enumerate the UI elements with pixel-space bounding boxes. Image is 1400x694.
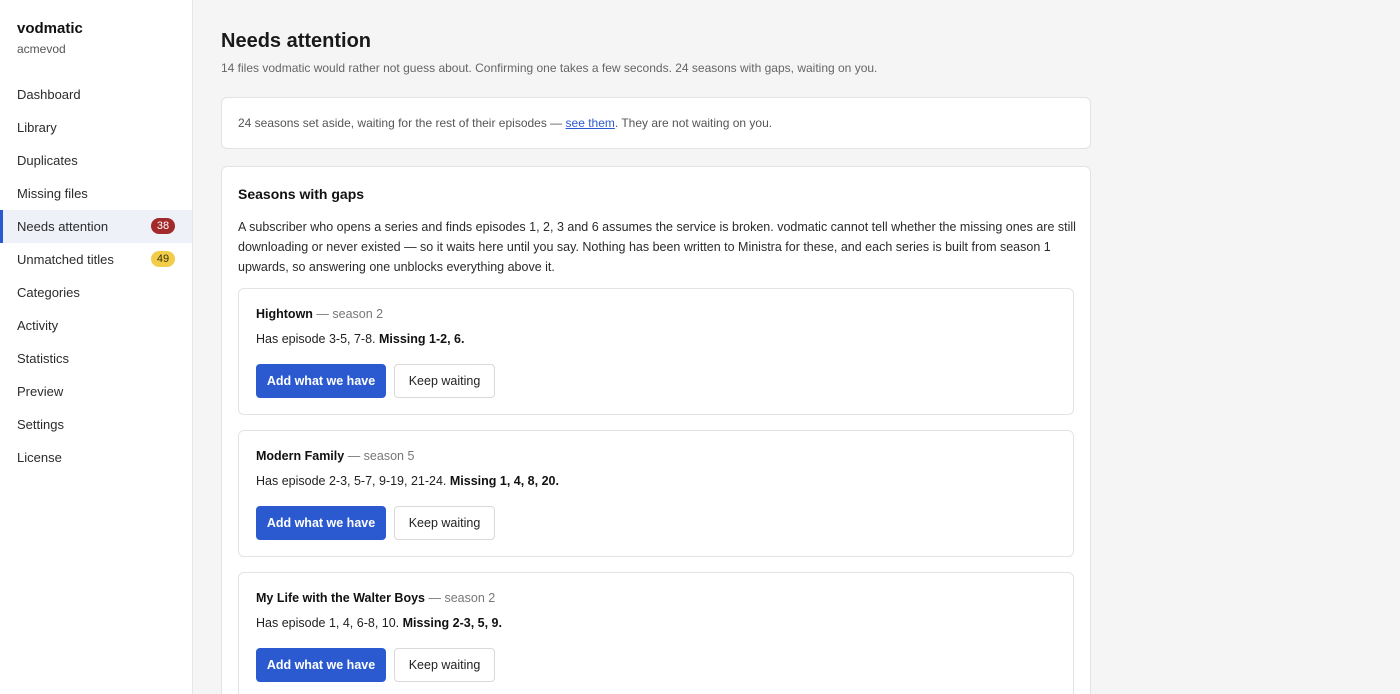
sidebar-item-label: License (17, 450, 62, 465)
sidebar-item-statistics[interactable]: Statistics (0, 342, 192, 375)
episodes-have: Has episode 1, 4, 6-8, 10. (256, 616, 403, 630)
sidebar-item-label: Missing files (17, 186, 88, 201)
needs-attention-count-badge: 38 (151, 218, 175, 234)
card-title: Modern Family — season 5 (256, 449, 414, 463)
series-name: Hightown (256, 307, 313, 321)
sidebar-item-missing-files[interactable]: Missing files (0, 177, 192, 210)
card-title: My Life with the Walter Boys — season 2 (256, 591, 495, 605)
notice-text-after: . They are not waiting on you. (614, 116, 773, 130)
sidebar-item-settings[interactable]: Settings (0, 408, 192, 441)
panel-description: A subscriber who opens a series and find… (238, 220, 1076, 274)
see-them-link[interactable]: see them (566, 116, 615, 130)
sidebar-item-library[interactable]: Library (0, 111, 192, 144)
episode-summary: Has episode 1, 4, 6-8, 10. Missing 2-3, … (256, 616, 502, 630)
sidebar-item-label: Unmatched titles (17, 252, 114, 267)
card-title: Hightown — season 2 (256, 307, 383, 321)
notice-text-before: 24 seasons set aside, waiting for the re… (238, 116, 563, 130)
sidebar-item-dashboard[interactable]: Dashboard (0, 78, 192, 111)
episodes-have: Has episode 2-3, 5-7, 9-19, 21-24. (256, 474, 450, 488)
sidebar-item-label: Dashboard (17, 87, 81, 102)
season-card: Hightown — season 2 Has episode 3-5, 7-8… (238, 288, 1074, 415)
page-title: Needs attention (221, 30, 372, 52)
panel-title: Seasons with gaps (238, 186, 365, 202)
sidebar-item-label: Statistics (17, 351, 70, 366)
sidebar-item-label: Activity (17, 318, 59, 333)
episode-summary: Has episode 3-5, 7-8. Missing 1-2, 6. (256, 332, 464, 346)
sidebar-item-preview[interactable]: Preview (0, 375, 192, 408)
season-card: My Life with the Walter Boys — season 2 … (238, 572, 1074, 694)
add-what-we-have-button[interactable]: Add what we have (256, 648, 386, 682)
sidebar-nav: Dashboard Library Duplicates Missing fil… (0, 78, 192, 474)
series-name: My Life with the Walter Boys (256, 591, 426, 605)
sidebar-item-categories[interactable]: Categories (0, 276, 192, 309)
account-name: acmevod (17, 42, 66, 56)
sidebar-item-label: Preview (17, 384, 64, 399)
unmatched-count-badge: 49 (151, 251, 175, 267)
episodes-missing: Missing 1-2, 6. (379, 332, 465, 346)
sidebar-item-license[interactable]: License (0, 441, 192, 474)
sidebar-item-label: Library (17, 120, 57, 135)
sidebar-item-duplicates[interactable]: Duplicates (0, 144, 192, 177)
page-subtitle: 14 files vodmatic would rather not guess… (221, 61, 878, 75)
episode-summary: Has episode 2-3, 5-7, 9-19, 21-24. Missi… (256, 474, 559, 488)
sidebar-item-needs-attention[interactable]: Needs attention 38 (0, 210, 192, 243)
episodes-missing: Missing 2-3, 5, 9. (402, 616, 502, 630)
brand: vodmatic acmevod (0, 0, 192, 56)
sidebar-item-unmatched-titles[interactable]: Unmatched titles 49 (0, 243, 192, 276)
sidebar-item-activity[interactable]: Activity (0, 309, 192, 342)
sidebar: vodmatic acmevod Dashboard Library Dupli… (0, 0, 193, 694)
season-label: — season 2 (425, 591, 496, 605)
sidebar-item-label: Categories (17, 285, 80, 300)
seasons-with-gaps-panel: Seasons with gaps A subscriber who opens… (221, 166, 1091, 694)
episodes-have: Has episode 3-5, 7-8. (256, 332, 379, 346)
sidebar-item-label: Duplicates (17, 153, 78, 168)
add-what-we-have-button[interactable]: Add what we have (256, 506, 386, 540)
season-label: — season 5 (344, 449, 415, 463)
keep-waiting-button[interactable]: Keep waiting (394, 648, 495, 682)
season-label: — season 2 (312, 307, 384, 321)
add-what-we-have-button[interactable]: Add what we have (256, 364, 386, 398)
sidebar-item-label: Settings (17, 417, 64, 432)
sidebar-item-label: Needs attention (17, 219, 109, 234)
episodes-missing: Missing 1, 4, 8, 20. (449, 474, 559, 488)
keep-waiting-button[interactable]: Keep waiting (394, 364, 495, 398)
keep-waiting-button[interactable]: Keep waiting (394, 506, 495, 540)
series-name: Modern Family (256, 449, 345, 463)
set-aside-notice: 24 seasons set aside, waiting for the re… (221, 97, 1091, 149)
app-name: vodmatic (17, 20, 83, 37)
season-card: Modern Family — season 5 Has episode 2-3… (238, 430, 1074, 557)
